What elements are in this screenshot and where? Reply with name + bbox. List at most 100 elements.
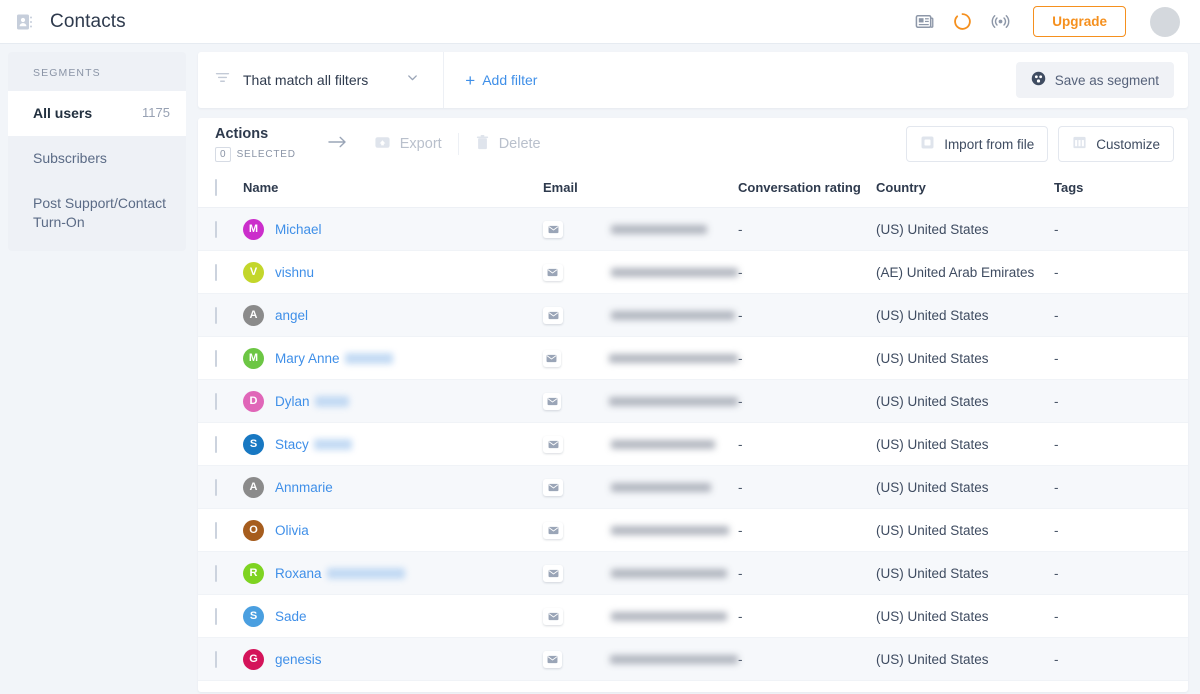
save-as-segment-button[interactable]: Save as segment bbox=[1015, 62, 1174, 98]
send-email-icon[interactable] bbox=[543, 392, 562, 410]
sidebar-item-all-users[interactable]: All users 1175 bbox=[8, 91, 186, 136]
table-row[interactable]: S Sade - (US) United States - bbox=[198, 594, 1188, 638]
people-group-icon bbox=[1031, 71, 1046, 89]
row-name-cell: R Roxana bbox=[243, 551, 543, 595]
row-conversation-rating-cell: - bbox=[738, 637, 876, 681]
export-button[interactable]: Export bbox=[374, 134, 442, 155]
news-icon[interactable] bbox=[913, 11, 935, 33]
contact-name-link[interactable]: genesis bbox=[275, 652, 322, 667]
row-checkbox[interactable] bbox=[215, 349, 217, 367]
send-email-icon[interactable] bbox=[543, 650, 562, 668]
send-email-icon[interactable] bbox=[543, 435, 563, 453]
send-email-icon[interactable] bbox=[543, 220, 563, 238]
send-email-icon[interactable] bbox=[543, 521, 563, 539]
send-email-icon[interactable] bbox=[543, 607, 563, 625]
row-select-cell bbox=[198, 594, 243, 638]
row-select-cell bbox=[198, 422, 243, 466]
tags-value: - bbox=[1054, 479, 1059, 495]
send-email-icon[interactable] bbox=[543, 349, 561, 367]
contact-name-link[interactable]: Roxana bbox=[275, 566, 405, 581]
row-tags-cell: - bbox=[1054, 336, 1188, 380]
table-row[interactable]: D Dylan - (US) United States - bbox=[198, 379, 1188, 423]
table-row[interactable]: A Annmarie - (US) United States - bbox=[198, 465, 1188, 509]
column-header-name[interactable]: Name bbox=[243, 170, 543, 208]
upgrade-button[interactable]: Upgrade bbox=[1033, 6, 1126, 37]
contact-name-link[interactable]: Sade bbox=[275, 609, 307, 624]
import-from-file-button[interactable]: Import from file bbox=[906, 126, 1049, 162]
contact-avatar: G bbox=[243, 648, 264, 670]
contact-name-link[interactable]: Annmarie bbox=[275, 480, 333, 495]
tags-value: - bbox=[1054, 221, 1059, 237]
contact-name-link[interactable]: angel bbox=[275, 308, 308, 323]
contact-name-link[interactable]: Michael bbox=[275, 222, 322, 237]
sidebar-item-label: All users bbox=[33, 105, 93, 121]
table-row[interactable]: M Mary Anne - (US) United States - bbox=[198, 336, 1188, 380]
row-checkbox[interactable] bbox=[215, 521, 217, 539]
row-conversation-rating-cell: - bbox=[738, 336, 876, 380]
row-checkbox[interactable] bbox=[215, 435, 217, 453]
row-conversation-rating-cell: - bbox=[738, 422, 876, 466]
table-row[interactable]: Ggenesis - (US) United States - bbox=[198, 637, 1188, 681]
table-row[interactable]: Aangel - (US) United States - bbox=[198, 293, 1188, 337]
sidebar-item-post-support-contact-turn-on[interactable]: Post Support/Contact Turn-On bbox=[8, 181, 186, 245]
row-conversation-rating-cell: - bbox=[738, 508, 876, 552]
contact-name-link[interactable]: Stacy bbox=[275, 437, 352, 452]
country-value: (US) United States bbox=[876, 608, 989, 624]
table-row[interactable]: R Roxana - (US) United States - bbox=[198, 551, 1188, 595]
body: SEGMENTS All users 1175 Subscribers Post… bbox=[0, 44, 1200, 694]
send-email-icon[interactable] bbox=[543, 306, 563, 324]
column-header-country[interactable]: Country bbox=[876, 170, 1054, 208]
table-row[interactable]: M Michael - (US) United States - bbox=[198, 207, 1188, 251]
customize-button[interactable]: Customize bbox=[1058, 126, 1174, 162]
sidebar-item-subscribers[interactable]: Subscribers bbox=[8, 136, 186, 181]
filter-bar: That match all filters + Add filter Save… bbox=[198, 52, 1188, 108]
segments-section-label: SEGMENTS bbox=[33, 67, 101, 79]
contacts-book-icon bbox=[14, 11, 36, 33]
sidebar-item-label: Post Support/Contact Turn-On bbox=[33, 194, 167, 230]
row-checkbox[interactable] bbox=[215, 564, 217, 582]
row-name-cell: A Annmarie bbox=[243, 465, 543, 509]
row-checkbox[interactable] bbox=[215, 220, 217, 238]
contact-avatar: M bbox=[243, 347, 264, 369]
row-checkbox[interactable] bbox=[215, 306, 217, 324]
table-row[interactable]: S Stacy - (US) United States - bbox=[198, 422, 1188, 466]
column-header-conversation-rating[interactable]: Conversation rating bbox=[738, 170, 876, 208]
row-checkbox[interactable] bbox=[215, 392, 217, 410]
progress-circle-icon[interactable] bbox=[951, 11, 973, 33]
row-email-cell bbox=[543, 551, 738, 595]
contact-name-link[interactable]: Mary Anne bbox=[275, 351, 393, 366]
send-email-icon[interactable] bbox=[543, 263, 563, 281]
add-filter-button[interactable]: + Add filter bbox=[465, 72, 537, 89]
row-checkbox[interactable] bbox=[215, 607, 217, 625]
row-tags-cell: - bbox=[1054, 293, 1188, 337]
table-row[interactable]: Vvishnu - (AE) United Arab Emirates - bbox=[198, 250, 1188, 294]
row-select-cell bbox=[198, 293, 243, 337]
broadcast-icon[interactable] bbox=[989, 11, 1011, 33]
send-email-icon[interactable] bbox=[543, 564, 563, 582]
column-header-email[interactable]: Email bbox=[543, 170, 738, 208]
table-row[interactable]: O Olivia - (US) United States - bbox=[198, 508, 1188, 552]
redacted-email bbox=[609, 654, 738, 664]
select-all-checkbox[interactable] bbox=[215, 179, 217, 196]
redacted-last-name bbox=[326, 568, 405, 580]
row-checkbox[interactable] bbox=[215, 478, 217, 496]
row-name-cell: D Dylan bbox=[243, 379, 543, 423]
row-country-cell: (US) United States bbox=[876, 594, 1054, 638]
row-checkbox[interactable] bbox=[215, 263, 217, 281]
main-content: That match all filters + Add filter Save… bbox=[194, 44, 1200, 694]
redacted-email bbox=[610, 267, 738, 277]
send-email-icon[interactable] bbox=[543, 478, 563, 496]
contact-name-link[interactable]: vishnu bbox=[275, 265, 314, 280]
delete-button[interactable]: Delete bbox=[475, 134, 541, 155]
filter-mode-dropdown[interactable]: That match all filters bbox=[214, 69, 441, 91]
sidebar: SEGMENTS All users 1175 Subscribers Post… bbox=[0, 44, 194, 694]
redacted-email bbox=[611, 224, 707, 234]
row-checkbox[interactable] bbox=[215, 650, 217, 668]
row-tags-cell: - bbox=[1054, 594, 1188, 638]
user-avatar[interactable] bbox=[1150, 6, 1180, 37]
column-header-tags[interactable]: Tags bbox=[1054, 170, 1188, 208]
selected-indicator: 0 SELECTED bbox=[215, 146, 296, 162]
contact-name-link[interactable]: Olivia bbox=[275, 523, 309, 538]
filter-mode-label: That match all filters bbox=[243, 72, 369, 88]
contact-name-link[interactable]: Dylan bbox=[275, 394, 349, 409]
